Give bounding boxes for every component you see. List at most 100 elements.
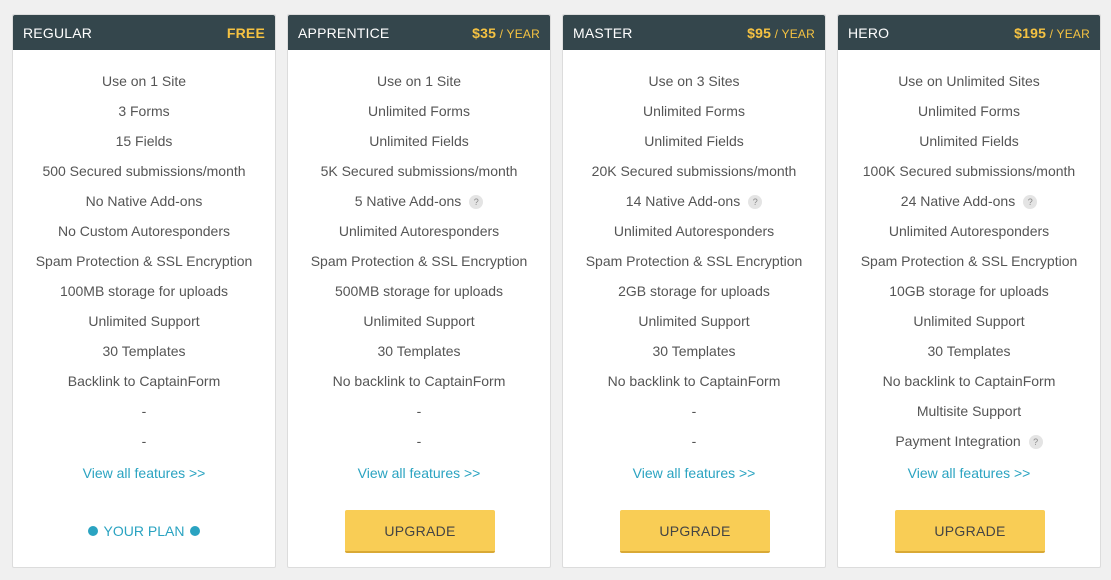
- feature-item: -: [563, 396, 825, 426]
- feature-text: No backlink to CaptainForm: [332, 373, 506, 389]
- feature-item: Spam Protection & SSL Encryption: [563, 246, 825, 276]
- feature-text: Use on Unlimited Sites: [898, 73, 1040, 89]
- feature-item: No backlink to CaptainForm: [563, 366, 825, 396]
- feature-item: Unlimited Autoresponders: [563, 216, 825, 246]
- feature-item: No Native Add-ons: [13, 186, 275, 216]
- plan-name: HERO: [848, 24, 890, 41]
- feature-item: -: [563, 426, 825, 456]
- feature-text: 30 Templates: [377, 343, 461, 359]
- plan-price: FREE: [227, 25, 265, 41]
- feature-text: Payment Integration: [895, 433, 1021, 449]
- feature-text: Backlink to CaptainForm: [67, 373, 221, 389]
- feature-text: Use on 1 Site: [101, 73, 187, 89]
- plan-price: $35 / YEAR: [472, 25, 540, 41]
- feature-text: Unlimited Autoresponders: [338, 223, 500, 239]
- feature-text: Unlimited Forms: [918, 103, 1020, 119]
- feature-text: No backlink to CaptainForm: [607, 373, 781, 389]
- feature-text: 5 Native Add-ons: [354, 193, 462, 209]
- feature-item: 10GB storage for uploads: [838, 276, 1100, 306]
- price-amount: $195: [1014, 24, 1047, 41]
- feature-item: 500MB storage for uploads: [288, 276, 550, 306]
- feature-item: 14 Native Add-ons?: [563, 186, 825, 216]
- feature-item: Unlimited Fields: [838, 126, 1100, 156]
- feature-text: Unlimited Support: [88, 313, 200, 329]
- feature-item: 100MB storage for uploads: [13, 276, 275, 306]
- feature-list: Use on 1 Site Unlimited Forms Unlimited Fi…: [288, 66, 550, 456]
- feature-item: Unlimited Support: [13, 306, 275, 336]
- feature-text: 14 Native Add-ons: [625, 193, 741, 209]
- feature-text: 30 Templates: [652, 343, 736, 359]
- feature-item: Unlimited Fields: [563, 126, 825, 156]
- feature-text: -: [416, 433, 422, 449]
- plan-card-hero: HERO $195 / YEAR Use on Unlimited Sites Unl…: [837, 14, 1101, 568]
- feature-text: 3 Forms: [118, 103, 170, 119]
- feature-text: 2GB storage for uploads: [618, 283, 770, 299]
- feature-text: Spam Protection & SSL Encryption: [310, 253, 528, 269]
- upgrade-button[interactable]: UPGRADE: [345, 510, 495, 553]
- feature-item: 20K Secured submissions/month: [563, 156, 825, 186]
- question-circle-icon[interactable]: ?: [748, 195, 763, 209]
- price-period: / YEAR: [496, 26, 540, 41]
- feature-item: Unlimited Forms: [563, 96, 825, 126]
- feature-item: Unlimited Forms: [288, 96, 550, 126]
- question-circle-icon[interactable]: ?: [1023, 195, 1038, 209]
- feature-item: Unlimited Support: [563, 306, 825, 336]
- price-period: / YEAR: [771, 26, 815, 41]
- feature-text: Unlimited Fields: [919, 133, 1019, 149]
- dot-icon: [87, 526, 98, 536]
- upgrade-button[interactable]: UPGRADE: [620, 510, 770, 553]
- feature-text: Use on 1 Site: [376, 73, 462, 89]
- plan-name: MASTER: [573, 24, 633, 41]
- feature-item: Unlimited Autoresponders: [838, 216, 1100, 246]
- your-plan-label: YOUR PLAN: [103, 523, 185, 539]
- feature-text: Unlimited Autoresponders: [613, 223, 775, 239]
- plan-header: APPRENTICE $35 / YEAR: [288, 15, 550, 50]
- feature-item: -: [288, 426, 550, 456]
- feature-text: 500 Secured submissions/month: [42, 163, 246, 179]
- feature-item: Unlimited Autoresponders: [288, 216, 550, 246]
- feature-list: Use on 3 Sites Unlimited Forms Unlimited F…: [563, 66, 825, 456]
- feature-text: 20K Secured submissions/month: [591, 163, 797, 179]
- plan-header: HERO $195 / YEAR: [838, 15, 1100, 50]
- plan-header: REGULAR FREE: [13, 15, 275, 50]
- feature-item: 2GB storage for uploads: [563, 276, 825, 306]
- feature-item: No Custom Autoresponders: [13, 216, 275, 246]
- feature-item: 5K Secured submissions/month: [288, 156, 550, 186]
- feature-text: Unlimited Support: [638, 313, 750, 329]
- feature-text: Unlimited Support: [913, 313, 1025, 329]
- plan-price: $195 / YEAR: [1014, 25, 1090, 41]
- view-all-features-link[interactable]: View all features >>: [838, 465, 1100, 481]
- feature-item: -: [13, 396, 275, 426]
- feature-item: Spam Protection & SSL Encryption: [13, 246, 275, 276]
- dot-icon: [190, 526, 201, 536]
- plan-card-apprentice: APPRENTICE $35 / YEAR Use on 1 Site Unlimit…: [287, 14, 551, 568]
- view-all-features-link[interactable]: View all features >>: [13, 465, 275, 481]
- question-circle-icon[interactable]: ?: [1028, 435, 1043, 449]
- feature-text: 100MB storage for uploads: [59, 283, 229, 299]
- plan-price: $95 / YEAR: [747, 25, 815, 41]
- plan-card-master: MASTER $95 / YEAR Use on 3 Sites Unlimited …: [562, 14, 826, 568]
- feature-item: Unlimited Fields: [288, 126, 550, 156]
- feature-item: Unlimited Forms: [838, 96, 1100, 126]
- feature-text: Unlimited Fields: [644, 133, 744, 149]
- feature-item: 5 Native Add-ons?: [288, 186, 550, 216]
- feature-item: Unlimited Support: [288, 306, 550, 336]
- feature-text: 24 Native Add-ons: [900, 193, 1016, 209]
- feature-text: Use on 3 Sites: [648, 73, 740, 89]
- your-plan-indicator: YOUR PLAN: [13, 523, 275, 539]
- plan-card-regular: REGULAR FREE Use on 1 Site 3 Forms 15 Fields…: [12, 14, 276, 568]
- feature-text: Unlimited Autoresponders: [888, 223, 1050, 239]
- feature-item: -: [288, 396, 550, 426]
- view-all-features-link[interactable]: View all features >>: [288, 465, 550, 481]
- view-all-features-link[interactable]: View all features >>: [563, 465, 825, 481]
- upgrade-button[interactable]: UPGRADE: [895, 510, 1045, 553]
- feature-text: 500MB storage for uploads: [334, 283, 504, 299]
- feature-text: Unlimited Support: [363, 313, 475, 329]
- feature-text: Multisite Support: [916, 403, 1022, 419]
- feature-item: No backlink to CaptainForm: [288, 366, 550, 396]
- feature-text: No backlink to CaptainForm: [882, 373, 1056, 389]
- question-circle-icon[interactable]: ?: [469, 195, 484, 209]
- feature-list: Use on Unlimited Sites Unlimited Forms Unl…: [838, 66, 1100, 456]
- feature-text: -: [141, 403, 147, 419]
- feature-text: 15 Fields: [115, 133, 173, 149]
